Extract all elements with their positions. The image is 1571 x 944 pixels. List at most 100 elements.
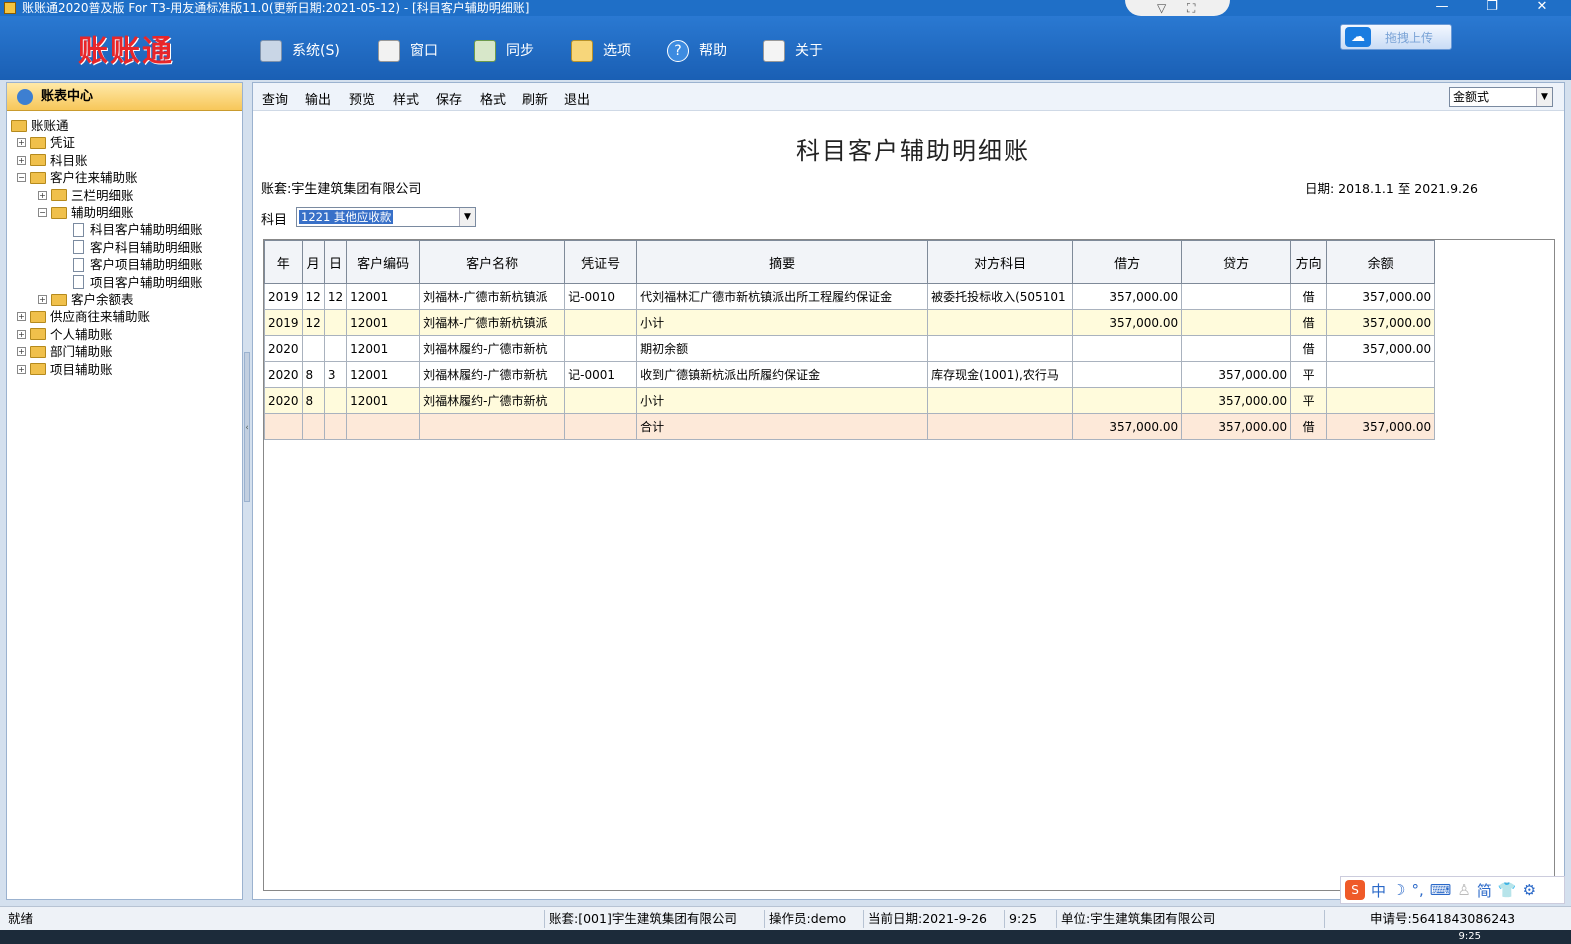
ime-simplified[interactable]: 简 bbox=[1477, 880, 1492, 901]
punctuation-icon[interactable]: °, bbox=[1411, 881, 1423, 899]
ornament-icon: ▽ ⛶ bbox=[1125, 0, 1230, 16]
chevron-down-icon[interactable]: ▼ bbox=[1536, 88, 1552, 106]
help-icon: ? bbox=[667, 40, 689, 62]
user-icon bbox=[17, 89, 33, 105]
style-button[interactable]: 样式 bbox=[393, 89, 419, 108]
menu-options[interactable]: 选项 bbox=[571, 38, 631, 64]
amount-format-select[interactable]: 金额式 ▼ bbox=[1449, 87, 1553, 107]
ime-toolbar[interactable]: S 中 ☽ °, ⌨ ♙ 简 👕 ⚙ bbox=[1340, 876, 1565, 904]
status-account: 账套:[001]宇生建筑集团有限公司 bbox=[544, 910, 737, 928]
export-button[interactable]: 输出 bbox=[305, 89, 331, 108]
gear-icon[interactable]: ⚙ bbox=[1523, 881, 1536, 899]
tree-item-label: 项目辅助账 bbox=[50, 361, 113, 377]
chevron-down-icon[interactable]: ▼ bbox=[459, 208, 475, 226]
subject-value: 1221 其他应收款 bbox=[299, 210, 394, 224]
folder-icon bbox=[51, 293, 67, 306]
subject-select[interactable]: 1221 其他应收款 ▼ bbox=[296, 207, 476, 227]
tree-item[interactable]: 客户科目辅助明细账 bbox=[73, 239, 203, 256]
expand-icon[interactable]: + bbox=[38, 295, 47, 304]
format-button[interactable]: 格式 bbox=[480, 89, 506, 108]
subtotal-row[interactable]: 2019 12 12001 刘福林-广德市新杭镇派 小计 357,000.00 借 357,0… bbox=[264, 309, 1436, 336]
column-header[interactable]: 客户编码 bbox=[346, 240, 421, 284]
refresh-button[interactable]: 刷新 bbox=[522, 89, 548, 108]
column-header[interactable]: 日 bbox=[323, 240, 348, 284]
tree-item[interactable]: + 客户余额表 bbox=[38, 291, 134, 308]
column-header[interactable]: 余额 bbox=[1326, 240, 1436, 284]
expand-icon[interactable]: + bbox=[17, 347, 26, 357]
column-header[interactable]: 摘要 bbox=[636, 240, 929, 284]
column-header[interactable]: 对方科目 bbox=[927, 240, 1074, 284]
column-header[interactable]: 贷方 bbox=[1181, 240, 1292, 284]
system-icon bbox=[260, 40, 282, 62]
column-header[interactable]: 年 bbox=[264, 240, 303, 284]
tree-item[interactable]: + 部门辅助账 bbox=[17, 343, 113, 360]
table-cell: 借 bbox=[1290, 309, 1328, 336]
total-row[interactable]: 合计 357,000.00 357,000.00 借 357,000.00 bbox=[264, 413, 1436, 440]
subtotal-row[interactable]: 2020 8 12001 刘福林履约-广德市新杭 小计 357,000.00 平 bbox=[264, 387, 1436, 414]
expand-icon[interactable]: + bbox=[17, 155, 26, 165]
tree-item[interactable]: + 个人辅助账 bbox=[17, 326, 113, 343]
tree-item[interactable]: 科目客户辅助明细账 bbox=[73, 221, 203, 238]
preview-button[interactable]: 预览 bbox=[349, 89, 375, 108]
tree-item[interactable]: 项目客户辅助明细账 bbox=[73, 274, 203, 291]
keyboard-icon[interactable]: ⌨ bbox=[1430, 881, 1452, 899]
tree-item[interactable]: + 科目账 bbox=[17, 152, 88, 169]
table-row[interactable]: 2020 8 3 12001 刘福林履约-广德市新杭 记-0001 收到广德镇新杭派出所履约… bbox=[264, 361, 1436, 388]
sogou-icon: S bbox=[1345, 880, 1365, 900]
expand-icon[interactable]: + bbox=[17, 312, 26, 322]
table-cell bbox=[564, 309, 638, 336]
menu-system[interactable]: 系统(S) bbox=[260, 38, 340, 64]
table-cell: 357,000.00 bbox=[1181, 361, 1292, 388]
collapse-icon[interactable]: − bbox=[17, 173, 26, 183]
folder-icon bbox=[30, 136, 46, 149]
table-cell: 记-0001 bbox=[564, 361, 638, 388]
menu-help[interactable]: ? 帮助 bbox=[667, 38, 727, 64]
tree-item[interactable]: + 凭证 bbox=[17, 134, 75, 151]
table-cell: 2019 bbox=[264, 309, 303, 336]
tree-item-label: 客户科目辅助明细账 bbox=[90, 239, 203, 255]
tree-item[interactable]: 账账通 bbox=[11, 117, 69, 134]
menu-sync[interactable]: 同步 bbox=[474, 38, 534, 64]
column-header[interactable]: 月 bbox=[301, 240, 325, 284]
menu-about[interactable]: 关于 bbox=[763, 38, 823, 64]
restore-button[interactable]: ❐ bbox=[1472, 0, 1512, 16]
tree-item[interactable]: − 辅助明细账 bbox=[38, 204, 134, 221]
ime-mode[interactable]: 中 bbox=[1371, 880, 1386, 901]
minimize-button[interactable]: — bbox=[1422, 0, 1462, 16]
expand-icon[interactable]: + bbox=[38, 190, 47, 200]
collapse-handle[interactable]: ‹ bbox=[244, 352, 250, 502]
column-header[interactable]: 客户名称 bbox=[419, 240, 566, 284]
tree-item[interactable]: + 项目辅助账 bbox=[17, 361, 113, 378]
exit-button[interactable]: 退出 bbox=[564, 89, 590, 108]
table-row[interactable]: 2020 12001 刘福林履约-广德市新杭 期初余额 借 357,000.00 bbox=[264, 335, 1436, 362]
user-icon[interactable]: ♙ bbox=[1457, 881, 1470, 899]
skin-icon[interactable]: 👕 bbox=[1498, 881, 1517, 899]
tree-item[interactable]: − 客户往来辅助账 bbox=[17, 169, 138, 186]
column-header[interactable]: 凭证号 bbox=[564, 240, 638, 284]
panel-splitter[interactable]: ‹ bbox=[243, 82, 251, 900]
table-row[interactable]: 2019 12 12 12001 刘福林-广德市新杭镇派 记-0010 代刘福林汇广德市新杭… bbox=[264, 283, 1436, 310]
tree-item-label: 科目账 bbox=[50, 152, 88, 168]
expand-icon[interactable]: + bbox=[17, 364, 26, 374]
column-header[interactable]: 借方 bbox=[1072, 240, 1183, 284]
menu-label: 窗口 bbox=[410, 43, 438, 59]
panel-title: 账表中心 bbox=[41, 89, 94, 104]
collapse-icon[interactable]: − bbox=[38, 208, 47, 217]
column-header[interactable]: 方向 bbox=[1290, 240, 1328, 284]
table-cell: 借 bbox=[1290, 413, 1328, 440]
account-set-label: 账套:宇生建筑集团有限公司 bbox=[261, 182, 422, 197]
table-cell: 刘福林履约-广德市新杭 bbox=[419, 335, 566, 362]
expand-icon[interactable]: + bbox=[17, 138, 26, 148]
tree-item[interactable]: + 供应商往来辅助账 bbox=[17, 308, 150, 325]
drag-upload-button[interactable]: ☁ 拖拽上传 bbox=[1340, 24, 1452, 50]
menu-window[interactable]: 窗口 bbox=[378, 38, 438, 64]
expand-icon[interactable]: + bbox=[17, 329, 26, 339]
tree-item[interactable]: + 三栏明细账 bbox=[38, 187, 134, 204]
query-button[interactable]: 查询 bbox=[262, 89, 288, 108]
close-button[interactable]: ✕ bbox=[1522, 0, 1562, 16]
moon-icon[interactable]: ☽ bbox=[1392, 881, 1405, 899]
menu-label: 系统(S) bbox=[292, 43, 340, 59]
save-button[interactable]: 保存 bbox=[436, 89, 462, 108]
table-cell: 357,000.00 bbox=[1326, 413, 1436, 440]
tree-item[interactable]: 客户项目辅助明细账 bbox=[73, 256, 203, 273]
